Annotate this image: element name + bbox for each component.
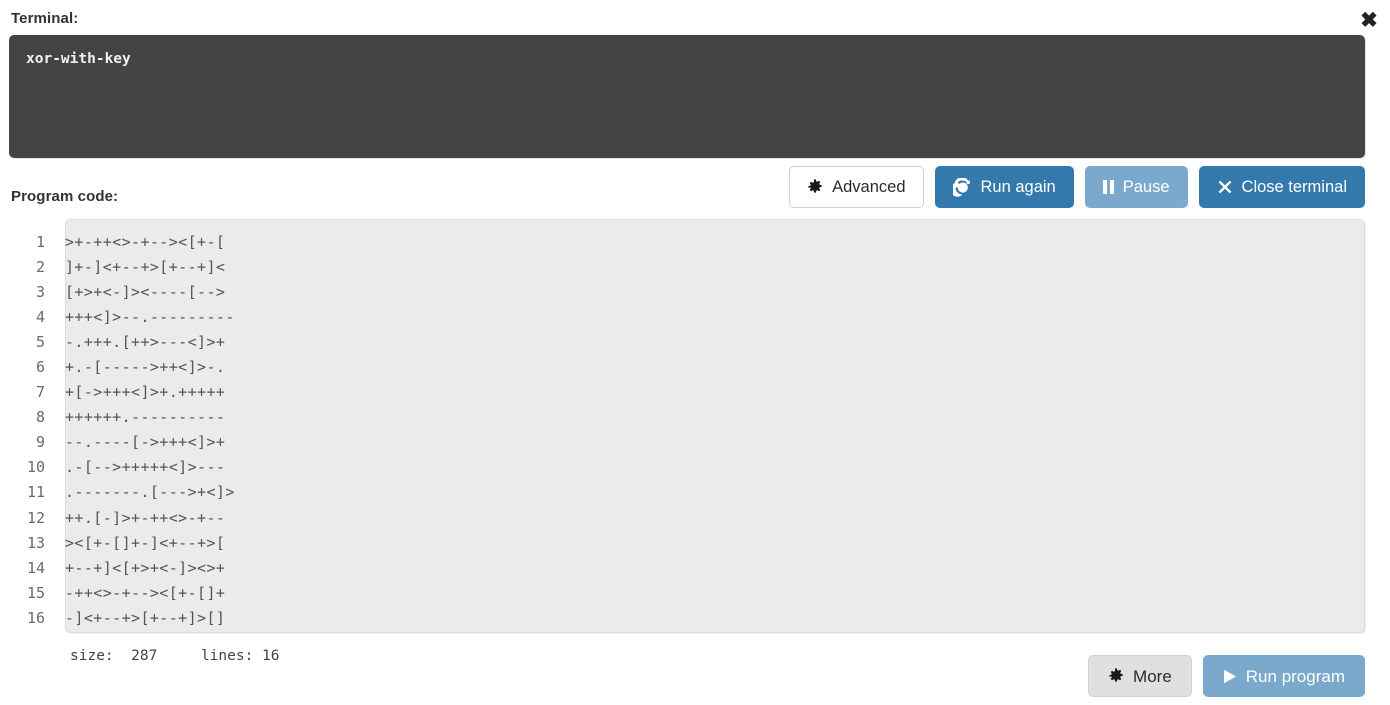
code-line: 8 ++++++.---------- bbox=[0, 405, 1366, 430]
terminal-label: Terminal: bbox=[11, 10, 79, 27]
advanced-button-label: Advanced bbox=[832, 177, 906, 196]
code-line: 9 --.----[->+++<]>+ bbox=[0, 430, 1366, 455]
play-icon bbox=[1223, 669, 1237, 684]
program-code-label: Program code: bbox=[11, 188, 119, 205]
line-content[interactable]: +.-[----->++<]>-. bbox=[55, 358, 1366, 376]
more-button-label: More bbox=[1133, 666, 1172, 686]
run-again-button[interactable]: Run again bbox=[934, 166, 1074, 208]
pause-button[interactable]: Pause bbox=[1084, 166, 1188, 208]
pause-icon bbox=[1102, 180, 1114, 194]
line-content[interactable]: ++.[-]>+-++<>-+-- bbox=[55, 509, 1366, 527]
program-editor-page: ✖ Terminal: xor-with-key Advanced Run ag… bbox=[0, 0, 1390, 705]
line-content[interactable]: ]+-]<+--+>[+--+]< bbox=[55, 258, 1366, 276]
line-content[interactable]: --.----[->+++<]>+ bbox=[55, 433, 1366, 451]
advanced-button[interactable]: Advanced bbox=[789, 166, 924, 208]
line-content[interactable]: .-[-->+++++<]>--- bbox=[55, 458, 1366, 476]
line-content[interactable]: -++<>-+--><[+-[]+ bbox=[55, 584, 1366, 602]
terminal-output-panel[interactable]: xor-with-key bbox=[9, 35, 1365, 158]
close-terminal-button-label: Close terminal bbox=[1241, 177, 1347, 196]
code-line: 4 +++<]>--.--------- bbox=[0, 304, 1366, 329]
code-line: 5 -.+++.[++>---<]>+ bbox=[0, 329, 1366, 354]
close-terminal-button[interactable]: Close terminal bbox=[1198, 166, 1365, 208]
code-line: 3 [+>+<-]><----[--> bbox=[0, 279, 1366, 304]
code-line: 7 +[->+++<]>+.+++++ bbox=[0, 380, 1366, 405]
code-line: 12 ++.[-]>+-++<>-+-- bbox=[0, 505, 1366, 530]
status-text: size: 287 lines: 16 bbox=[70, 648, 280, 664]
status-bar: size: 287 lines: 16 bbox=[70, 648, 280, 664]
line-content[interactable]: >+-++<>-+--><[+-[ bbox=[55, 233, 1366, 251]
code-line: 11 .-------.[--->+<]> bbox=[0, 480, 1366, 505]
code-line: 1 >+-++<>-+--><[+-[ bbox=[0, 229, 1366, 254]
run-again-button-label: Run again bbox=[980, 177, 1056, 196]
code-line: 15 -++<>-+--><[+-[]+ bbox=[0, 580, 1366, 605]
code-line: 16 -]<+--+>[+--+]>[] bbox=[0, 605, 1366, 630]
terminal-output-text: xor-with-key bbox=[26, 51, 131, 67]
line-content[interactable]: -]<+--+>[+--+]>[] bbox=[55, 609, 1366, 627]
code-line: 14 +--+]<[+>+<-]><>+ bbox=[0, 555, 1366, 580]
window-close-icon[interactable]: ✖ bbox=[1356, 7, 1382, 33]
code-line: 2 ]+-]<+--+>[+--+]< bbox=[0, 254, 1366, 279]
gear-icon bbox=[807, 179, 823, 195]
run-program-button-label: Run program bbox=[1245, 666, 1345, 686]
line-content[interactable]: +--+]<[+>+<-]><>+ bbox=[55, 559, 1366, 577]
line-content[interactable]: .-------.[--->+<]> bbox=[55, 483, 1366, 501]
line-content[interactable]: +++<]>--.--------- bbox=[55, 308, 1366, 326]
bottom-actions: More Run program bbox=[1088, 655, 1365, 697]
code-line: 6 +.-[----->++<]>-. bbox=[0, 354, 1366, 379]
line-content[interactable]: ><[+-[]+-]<+--+>[ bbox=[55, 534, 1366, 552]
close-icon: ✖ bbox=[1360, 8, 1378, 32]
code-line: 13 ><[+-[]+-]<+--+>[ bbox=[0, 530, 1366, 555]
line-content[interactable]: [+>+<-]><----[--> bbox=[55, 283, 1366, 301]
terminal-toolbar: Advanced Run again Pause Close terminal bbox=[789, 166, 1365, 208]
line-content[interactable]: +[->+++<]>+.+++++ bbox=[55, 383, 1366, 401]
line-content[interactable]: -.+++.[++>---<]>+ bbox=[55, 333, 1366, 351]
run-program-button[interactable]: Run program bbox=[1202, 655, 1365, 697]
code-line: 10 .-[-->+++++<]>--- bbox=[0, 455, 1366, 480]
close-icon bbox=[1217, 179, 1233, 195]
line-content[interactable]: ++++++.---------- bbox=[55, 408, 1366, 426]
refresh-icon bbox=[952, 177, 972, 197]
gear-icon bbox=[1108, 668, 1124, 684]
more-button[interactable]: More bbox=[1088, 655, 1192, 697]
pause-button-label: Pause bbox=[1122, 177, 1170, 196]
